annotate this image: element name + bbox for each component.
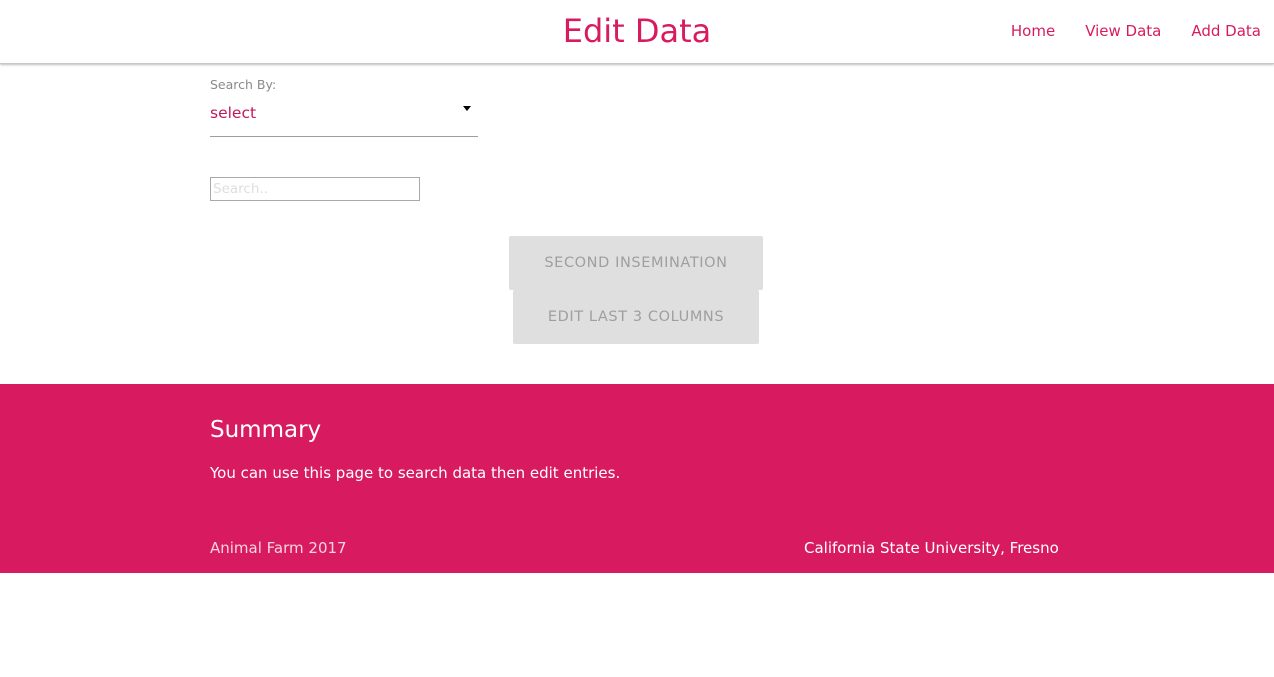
search-by-select[interactable]: select: [210, 98, 478, 137]
select-value: select: [210, 104, 257, 122]
footer: Summary You can use this page to search …: [0, 384, 1274, 573]
nav-home-link[interactable]: Home: [1011, 21, 1055, 41]
nav-links: Home View Data Add Data: [1011, 21, 1261, 41]
caret-down-icon: [463, 106, 471, 111]
summary-text: You can use this page to search data the…: [210, 464, 621, 482]
search-by-label: Search By:: [210, 77, 277, 92]
nav-add-data-link[interactable]: Add Data: [1191, 21, 1261, 41]
footer-copyright: Animal Farm 2017: [210, 539, 347, 557]
top-navbar: Edit Data Home View Data Add Data: [0, 0, 1274, 64]
summary-title: Summary: [210, 417, 322, 443]
edit-last-3-columns-button[interactable]: EDIT LAST 3 COLUMNS: [513, 290, 759, 344]
nav-view-data-link[interactable]: View Data: [1085, 21, 1161, 41]
second-insemination-button[interactable]: SECOND INSEMINATION: [509, 236, 763, 290]
search-input[interactable]: [210, 177, 420, 201]
footer-university: California State University, Fresno: [804, 539, 1059, 557]
